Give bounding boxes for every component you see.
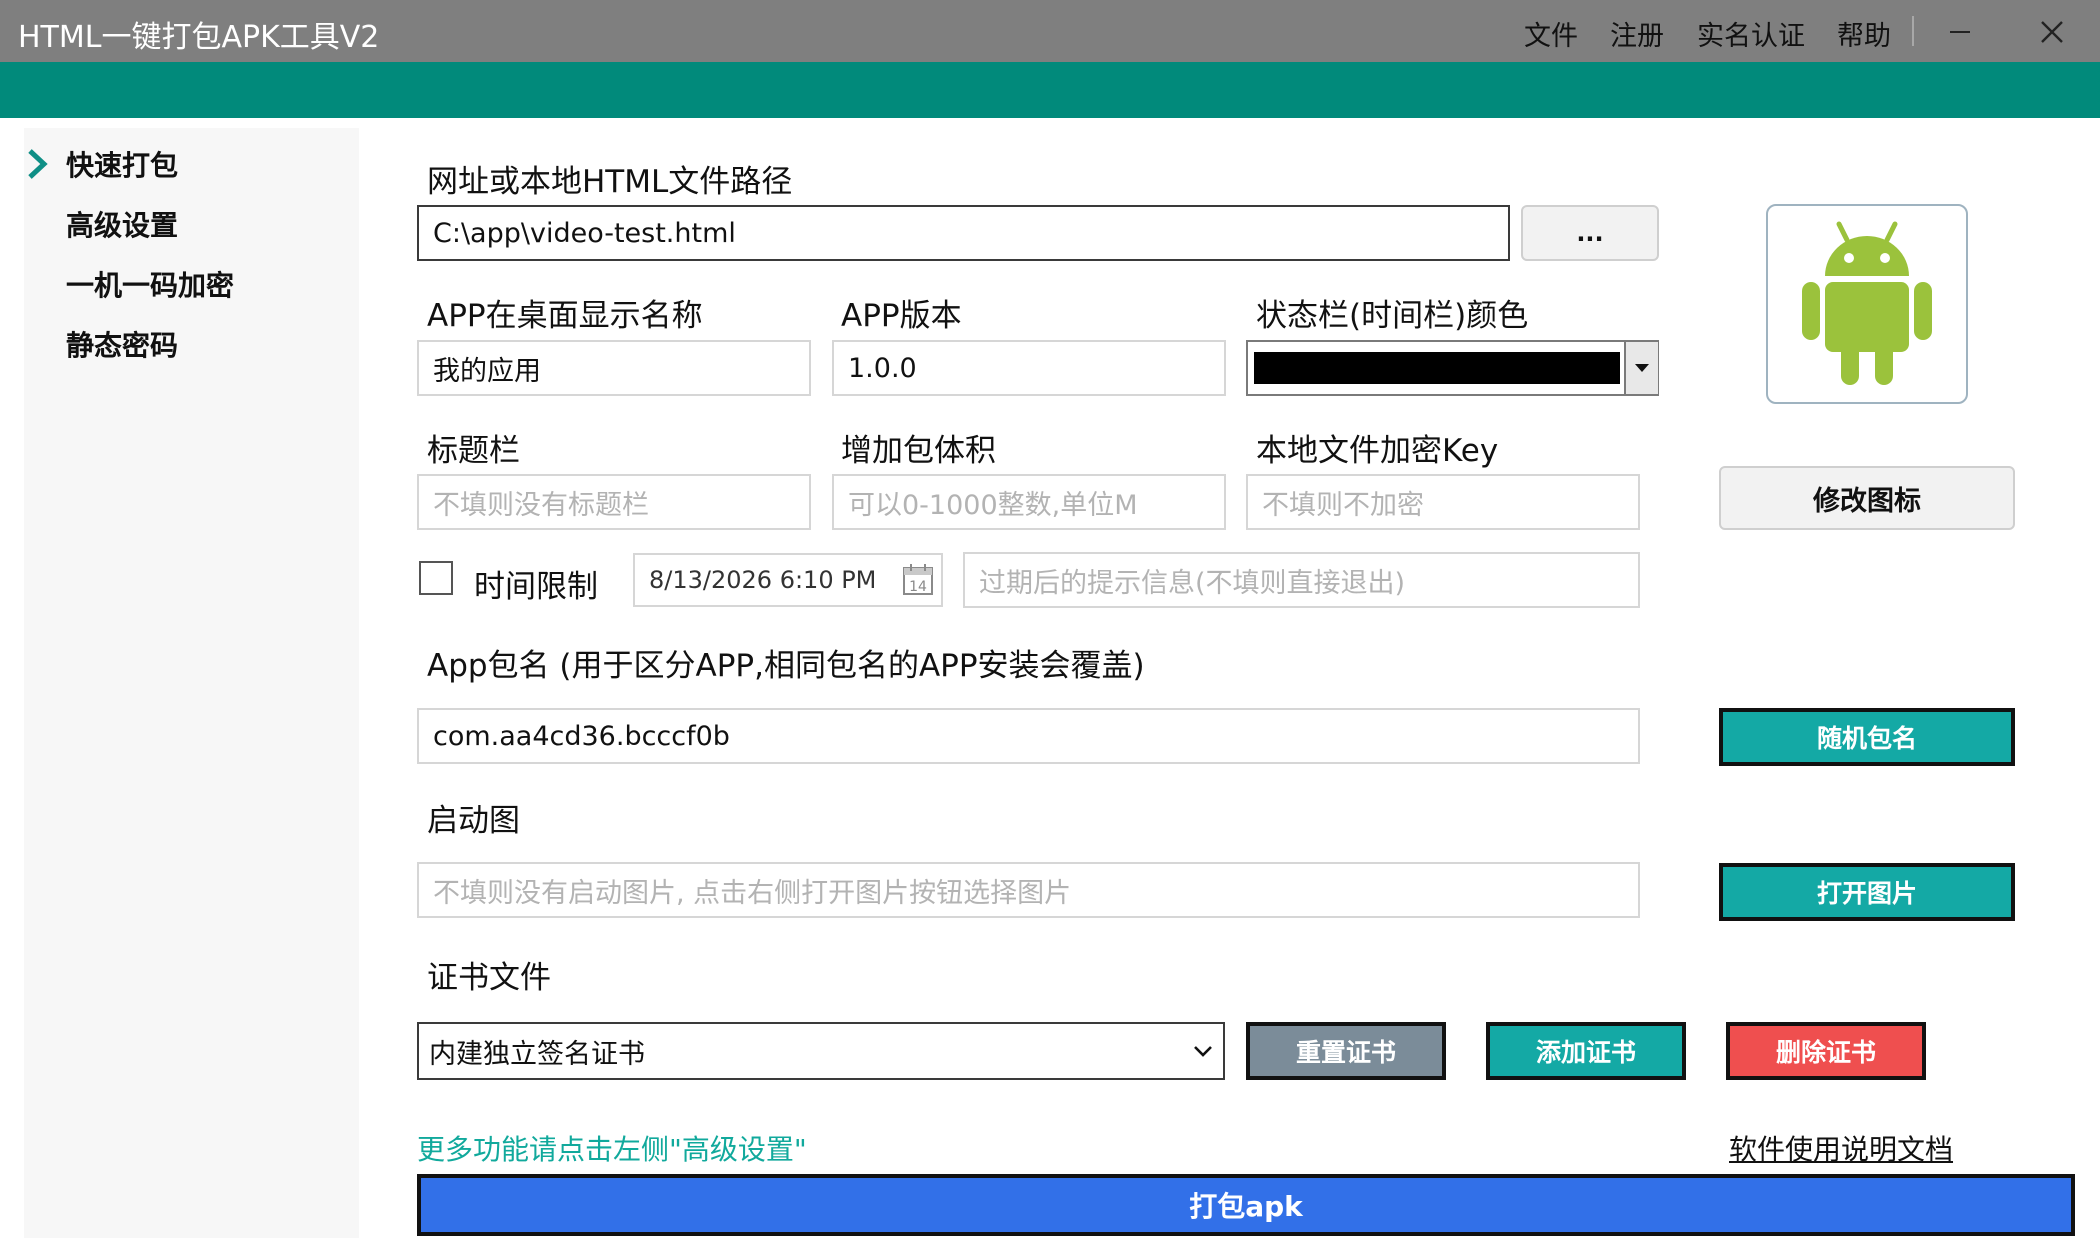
chevron-right-icon <box>28 149 48 179</box>
change-icon-button[interactable]: 修改图标 <box>1719 466 2015 530</box>
open-image-button[interactable]: 打开图片 <box>1719 863 2015 921</box>
package-name-input[interactable]: com.aa4cd36.bcccf0b <box>417 708 1640 764</box>
close-button[interactable] <box>2032 12 2072 52</box>
version-label: APP版本 <box>841 298 962 334</box>
cert-select-value: 内建独立签名证书 <box>429 1038 645 1070</box>
date-value: 8/13/2026 6:10 PM <box>649 566 877 594</box>
add-cert-button[interactable]: 添加证书 <box>1486 1022 1686 1080</box>
menu-file[interactable]: 文件 <box>1524 14 1578 53</box>
chevron-down-icon <box>1194 1046 1212 1057</box>
cert-label: 证书文件 <box>427 960 551 996</box>
header-band <box>0 62 2100 118</box>
dropdown-button[interactable] <box>1624 342 1658 394</box>
menu-help[interactable]: 帮助 <box>1837 14 1891 53</box>
package-size-label: 增加包体积 <box>841 433 996 469</box>
time-limit-label: 时间限制 <box>474 569 598 605</box>
menu-verify[interactable]: 实名认证 <box>1697 14 1805 53</box>
sidebar-item-static-password[interactable]: 静态密码 <box>66 324 178 364</box>
time-limit-checkbox[interactable] <box>419 561 453 595</box>
window-title: HTML一键打包APK工具V2 <box>18 20 380 55</box>
splash-label: 启动图 <box>427 803 520 839</box>
calendar-day: 14 <box>909 579 927 595</box>
android-robot-icon <box>1802 221 1932 385</box>
path-input[interactable]: C:\app\video-test.html <box>417 205 1510 261</box>
build-apk-button[interactable]: 打包apk <box>417 1174 2075 1236</box>
path-label: 网址或本地HTML文件路径 <box>427 164 793 200</box>
menu-divider <box>1912 16 1914 46</box>
statusbar-color-label: 状态栏(时间栏)颜色 <box>1256 298 1529 334</box>
titlebar-input[interactable]: 不填则没有标题栏 <box>417 474 811 530</box>
sidebar-item-quick-build[interactable]: 快速打包 <box>66 144 178 184</box>
close-icon <box>2041 21 2063 43</box>
package-size-input[interactable]: 可以0-1000整数,单位M <box>832 474 1226 530</box>
app-icon-preview <box>1766 204 1968 404</box>
minimize-icon <box>1950 31 1970 33</box>
minimize-button[interactable] <box>1940 12 1980 52</box>
cert-select[interactable]: 内建独立签名证书 <box>417 1022 1225 1080</box>
color-swatch <box>1254 352 1620 384</box>
random-package-button[interactable]: 随机包名 <box>1719 708 2015 766</box>
sidebar-item-advanced[interactable]: 高级设置 <box>66 204 178 244</box>
calendar-icon[interactable]: 14 <box>902 562 934 596</box>
advanced-settings-link[interactable]: 更多功能请点击左侧"高级设置" <box>417 1128 807 1168</box>
browse-button[interactable]: ... <box>1521 205 1659 261</box>
app-name-input[interactable]: 我的应用 <box>417 340 811 396</box>
encrypt-key-input[interactable]: 不填则不加密 <box>1246 474 1640 530</box>
docs-link[interactable]: 软件使用说明文档 <box>1729 1128 1953 1168</box>
date-picker[interactable]: 8/13/2026 6:10 PM <box>633 553 943 607</box>
chevron-down-icon <box>1635 364 1649 372</box>
package-name-label: App包名 (用于区分APP,相同包名的APP安装会覆盖) <box>427 648 1145 684</box>
encrypt-key-label: 本地文件加密Key <box>1256 433 1499 469</box>
expire-message-input[interactable]: 过期后的提示信息(不填则直接退出) <box>963 552 1640 608</box>
splash-input[interactable]: 不填则没有启动图片, 点击右侧打开图片按钮选择图片 <box>417 862 1640 918</box>
statusbar-color-select[interactable] <box>1246 340 1659 396</box>
titlebar-label: 标题栏 <box>427 433 520 469</box>
app-name-label: APP在桌面显示名称 <box>427 298 703 334</box>
reset-cert-button[interactable]: 重置证书 <box>1246 1022 1446 1080</box>
version-input[interactable]: 1.0.0 <box>832 340 1226 396</box>
sidebar-item-device-encrypt[interactable]: 一机一码加密 <box>66 264 234 304</box>
menu-register[interactable]: 注册 <box>1610 14 1664 53</box>
delete-cert-button[interactable]: 删除证书 <box>1726 1022 1926 1080</box>
